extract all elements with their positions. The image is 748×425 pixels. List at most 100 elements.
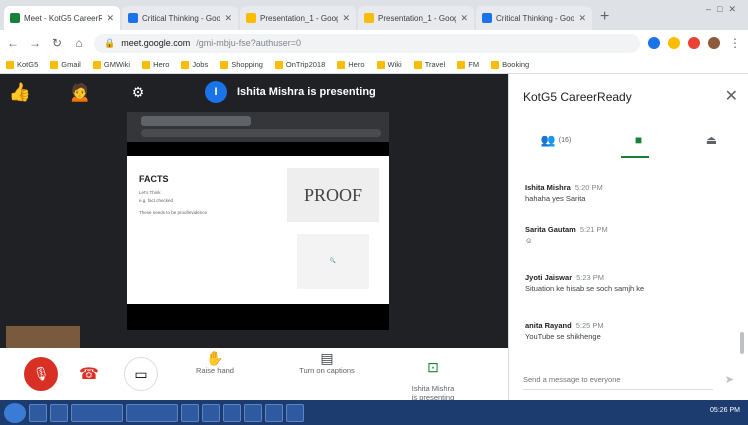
extension-icon[interactable] bbox=[648, 37, 660, 49]
taskbar-app[interactable] bbox=[126, 403, 178, 422]
shared-url-bar bbox=[141, 129, 381, 137]
captions-button[interactable]: ▤ Turn on captions bbox=[282, 350, 372, 375]
folder-icon bbox=[92, 60, 101, 69]
presenting-banner: I Ishita Mishra is presenting bbox=[205, 81, 485, 103]
bookmark-item[interactable]: OnTrip2018 bbox=[274, 60, 325, 69]
taskbar-app[interactable] bbox=[202, 403, 220, 422]
bookmark-item[interactable]: FM bbox=[457, 60, 479, 69]
close-icon[interactable]: ✕ bbox=[342, 13, 350, 24]
browser-tab-strip: Meet - KotG5 CareerReady ✕ Critical Thin… bbox=[0, 0, 748, 30]
tab-activities[interactable]: ⏏ bbox=[706, 133, 717, 147]
bookmark-item[interactable]: Hero bbox=[142, 60, 169, 69]
folder-icon bbox=[491, 60, 500, 69]
active-tab-indicator bbox=[621, 156, 649, 158]
reload-icon[interactable]: ↻ bbox=[50, 36, 64, 50]
tab-critical-thinking[interactable]: Critical Thinking - Google ✕ bbox=[122, 6, 238, 30]
folder-icon bbox=[220, 60, 229, 69]
presenting-button[interactable]: ⊡ Ishita Mishra is presenting bbox=[398, 354, 468, 402]
chat-icon: ■ bbox=[634, 133, 643, 147]
taskbar-app[interactable] bbox=[244, 403, 262, 422]
new-tab-button[interactable]: + bbox=[600, 8, 609, 26]
close-icon[interactable]: ✕ bbox=[224, 13, 232, 24]
tab-presentation-1[interactable]: Presentation_1 - Google Slides ✕ bbox=[240, 6, 356, 30]
folder-icon bbox=[181, 60, 190, 69]
taskbar-app[interactable] bbox=[265, 403, 283, 422]
bookmark-item[interactable]: KotG5 bbox=[6, 60, 38, 69]
address-bar[interactable]: 🔒 meet.google.com /gmi-mbju-fse?authuser… bbox=[94, 33, 640, 53]
bookmark-item[interactable]: Gmail bbox=[50, 60, 81, 69]
taskbar-app[interactable] bbox=[71, 403, 123, 422]
close-icon[interactable]: ✕ bbox=[578, 13, 586, 24]
profile-avatar-icon[interactable] bbox=[708, 37, 720, 49]
slide-line: e.g. fact checked bbox=[139, 198, 174, 203]
slide-line: These needs to be proof/evidence bbox=[139, 210, 208, 215]
slide-line: Let's Think bbox=[139, 190, 161, 195]
tab-people[interactable]: 👥 (16) bbox=[541, 133, 571, 147]
taskbar-app[interactable] bbox=[29, 403, 47, 422]
tab-presentation-2[interactable]: Presentation_1 - Google Slides ✕ bbox=[358, 6, 474, 30]
tab-meet[interactable]: Meet - KotG5 CareerReady ✕ bbox=[4, 6, 120, 30]
folder-icon bbox=[274, 60, 283, 69]
folder-icon bbox=[376, 60, 385, 69]
tab-critical-thinking-2[interactable]: Critical Thinking - Google ✕ bbox=[476, 6, 592, 30]
folder-icon bbox=[337, 60, 346, 69]
start-button[interactable] bbox=[4, 402, 26, 423]
captions-icon: ▤ bbox=[320, 350, 334, 366]
window-controls[interactable]: –□✕ bbox=[706, 4, 742, 15]
extension-icon[interactable] bbox=[668, 37, 680, 49]
taskbar-app[interactable] bbox=[286, 403, 304, 422]
slide: FACTS Let's Think e.g. fact checked Thes… bbox=[127, 156, 389, 304]
folder-icon bbox=[142, 60, 151, 69]
close-icon[interactable]: ✕ bbox=[106, 13, 114, 24]
docs-favicon-icon bbox=[482, 13, 492, 23]
chat-message: Sarita Gautam 5:21 PM ☺ bbox=[525, 225, 608, 245]
chat-message: anita Rayand 5:25 PM YouTube se shikhenge bbox=[525, 321, 604, 341]
taskbar-app[interactable] bbox=[50, 403, 68, 422]
bookmark-item[interactable]: Booking bbox=[491, 60, 529, 69]
shared-tab bbox=[141, 116, 251, 126]
presenter-avatar: I bbox=[205, 81, 227, 103]
bookmark-item[interactable]: Shopping bbox=[220, 60, 263, 69]
raise-hand-button[interactable]: ✋ Raise hand bbox=[185, 351, 245, 375]
slides-favicon-icon bbox=[246, 13, 256, 23]
address-row: ← → ↻ ⌂ 🔒 meet.google.com /gmi-mbju-fse?… bbox=[0, 30, 748, 56]
taskbar-app[interactable] bbox=[181, 403, 199, 422]
presenting-text: Ishita Mishra is presenting bbox=[237, 86, 376, 98]
tab-chat[interactable]: ■ bbox=[635, 133, 642, 147]
meet-stage: 👍 🙍 ⚙ I Ishita Mishra is presenting FACT… bbox=[0, 74, 508, 402]
extension-icon[interactable] bbox=[688, 37, 700, 49]
docs-favicon-icon bbox=[128, 13, 138, 23]
folder-icon bbox=[50, 60, 59, 69]
meet-controls: 🎙 ☎ ▭ ✋ Raise hand ▤ Turn on captions ⊡ … bbox=[0, 348, 508, 402]
folder-icon bbox=[457, 60, 466, 69]
back-arrow-icon[interactable]: ← bbox=[6, 36, 20, 50]
send-icon[interactable]: ➤ bbox=[725, 373, 734, 386]
hang-up-button[interactable]: ☎ bbox=[72, 357, 106, 391]
panel-tabs: 👥 (16) ■ ⏏ bbox=[509, 122, 748, 158]
proof-image: PROOF bbox=[287, 168, 379, 222]
close-icon[interactable]: ✕ bbox=[725, 86, 738, 106]
chat-message-input[interactable] bbox=[523, 370, 713, 390]
menu-dots-icon[interactable]: ⋮ bbox=[728, 36, 742, 50]
people-icon: 👥 bbox=[540, 133, 556, 147]
mic-off-button[interactable]: 🎙 bbox=[24, 357, 58, 391]
camera-button[interactable]: ▭ bbox=[124, 357, 158, 391]
taskbar-clock[interactable]: 05:26 PM bbox=[710, 407, 740, 414]
participant-avatar[interactable]: 🙍 bbox=[60, 82, 100, 103]
close-icon[interactable]: ✕ bbox=[460, 13, 468, 24]
url-path: /gmi-mbju-fse?authuser=0 bbox=[196, 38, 302, 48]
bookmark-item[interactable]: GMWiki bbox=[92, 60, 130, 69]
forward-arrow-icon[interactable]: → bbox=[28, 36, 42, 50]
bookmark-item[interactable]: Wiki bbox=[376, 60, 402, 69]
bookmark-item[interactable]: Travel bbox=[413, 60, 445, 69]
thumbs-up-icon[interactable]: 👍 bbox=[0, 82, 40, 103]
url-host: meet.google.com bbox=[121, 38, 191, 48]
home-icon[interactable]: ⌂ bbox=[72, 36, 86, 50]
meeting-title: KotG5 CareerReady bbox=[523, 90, 632, 104]
bookmark-item[interactable]: Jobs bbox=[181, 60, 208, 69]
chat-scrollbar[interactable] bbox=[740, 332, 744, 354]
settings-gear-icon[interactable]: ⚙ bbox=[118, 84, 158, 101]
taskbar-app[interactable] bbox=[223, 403, 241, 422]
bookmark-item[interactable]: Hero bbox=[337, 60, 365, 69]
lock-icon: 🔒 bbox=[104, 37, 116, 48]
